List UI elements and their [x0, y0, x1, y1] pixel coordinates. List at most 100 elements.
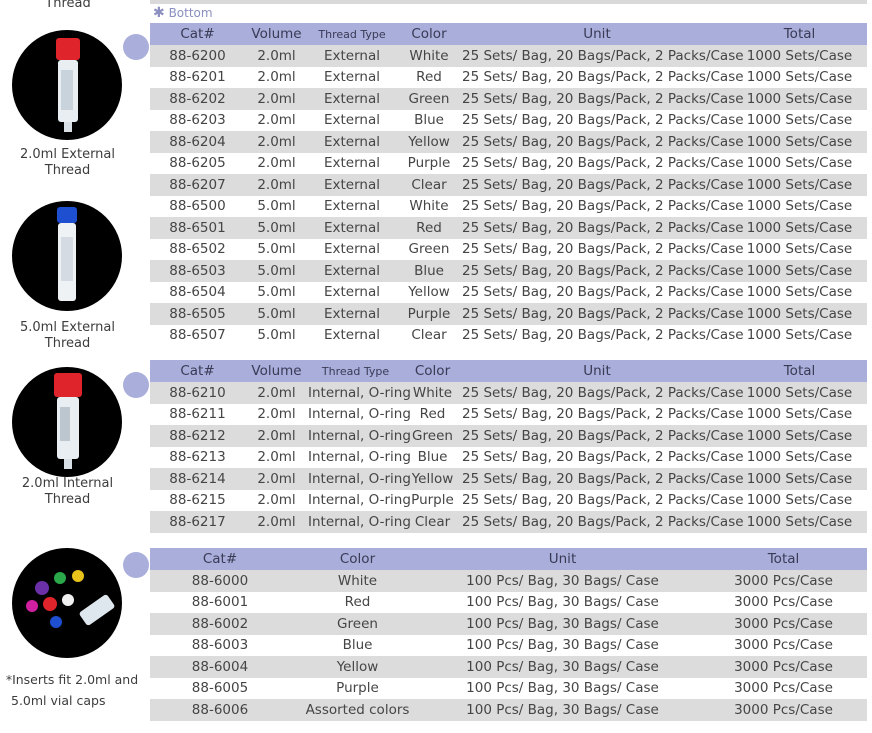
table-cell: 2.0ml — [257, 492, 296, 509]
table-cell: 1000 Sets/Case — [746, 198, 853, 215]
table-cell: Assorted colors — [290, 699, 425, 721]
table-cell: External — [323, 112, 380, 129]
table-cell: 2.0ml — [257, 69, 296, 86]
table-cell: 88-6501 — [150, 217, 245, 239]
table-row: 88-6201 2.0ml External Red 25 Sets/ Bag, 20 … — [150, 67, 867, 89]
col-cat: Cat# — [150, 360, 245, 382]
table-cell: External — [323, 198, 380, 215]
table-cell: Red — [419, 406, 446, 423]
table-header-row: Cat# Volume Thread Type Color Unit Total — [150, 23, 867, 45]
table-cell: Internal, O-ring — [308, 382, 411, 404]
table-cell: White — [396, 45, 462, 67]
table-row: 88-6205 2.0ml External Purple 25 Sets/ Bag, … — [150, 153, 867, 175]
table-cell: Blue — [414, 112, 444, 129]
table-cell: 5.0ml — [245, 303, 308, 325]
table-cell: 1000 Sets/Case — [732, 260, 867, 282]
table-cell: 2.0ml — [245, 88, 308, 110]
table-cell: 3000 Pcs/Case — [734, 594, 833, 611]
table-cell: 3000 Pcs/Case — [700, 656, 867, 678]
table-cell: 25 Sets/ Bag, 20 Bags/Pack, 2 Packs/Case — [462, 511, 744, 533]
col-total: Total — [732, 360, 867, 382]
table-cell: 2.0ml — [245, 511, 308, 533]
table-cell: 88-6505 — [150, 303, 245, 325]
table-internal-thread: Cat# Volume Thread Type Color Unit Total… — [150, 360, 867, 533]
table-cell: 100 Pcs/ Bag, 30 Bags/ Case — [425, 656, 700, 678]
table-row: 88-6204 2.0ml External Yellow 25 Sets/ Bag, … — [150, 131, 867, 153]
table-cell: 100 Pcs/ Bag, 30 Bags/ Case — [466, 637, 659, 654]
table-row: 88-6502 5.0ml External Green 25 Sets/ Bag, 2… — [150, 239, 867, 261]
table-cell: External — [323, 284, 380, 301]
table-row: 88-6004 Yellow 100 Pcs/ Bag, 30 Bags/ Case… — [150, 656, 867, 678]
bottom-note: ✱ Bottom — [153, 5, 213, 21]
table-cell: 100 Pcs/ Bag, 30 Bags/ Case — [466, 594, 659, 611]
table-cell: 1000 Sets/Case — [732, 425, 867, 447]
table-cell: Yellow — [290, 656, 425, 678]
col-volume: Volume — [245, 23, 308, 45]
table-cell: Green — [290, 613, 425, 635]
table-cell: 5.0ml — [257, 284, 296, 301]
table-row: 88-6202 2.0ml External Green 25 Sets/ Bag, 2… — [150, 88, 867, 110]
section-1-label-line2: Thread — [44, 163, 91, 178]
table-cell: 1000 Sets/Case — [746, 492, 853, 509]
table-cell: 100 Pcs/ Bag, 30 Bags/ Case — [466, 680, 659, 697]
cap-inserts-image — [12, 548, 122, 658]
table-row: 88-6213 2.0ml Internal, O-ring Blue 25 Sets/… — [150, 447, 867, 469]
section-3-label-line2: Thread — [44, 492, 91, 507]
table-cell: 2.0ml — [245, 382, 308, 404]
table-cell: 3000 Pcs/Case — [700, 699, 867, 721]
table-row: 88-6504 5.0ml External Yellow 25 Sets/ Bag, … — [150, 282, 867, 304]
table-cell: Internal, O-ring — [308, 425, 411, 447]
table-cell: Blue — [342, 637, 373, 654]
table-cell: 1000 Sets/Case — [732, 45, 867, 67]
table-cell: 88-6200 — [150, 45, 245, 67]
table-cell: White — [290, 570, 425, 592]
table-cell: 88-6006 — [150, 699, 290, 721]
table-header-row: Cat# Volume Thread Type Color Unit Total — [150, 360, 867, 382]
table-cell: 88-6507 — [169, 327, 226, 344]
table-cell: Purple — [336, 680, 379, 697]
section-3-label-line1: 2.0ml Internal — [21, 476, 114, 491]
table-cell: External — [308, 131, 396, 153]
table-cell: Red — [396, 217, 462, 239]
table-cell: 25 Sets/ Bag, 20 Bags/Pack, 2 Packs/Case — [462, 468, 744, 490]
table-cell: 25 Sets/ Bag, 20 Bags/Pack, 2 Packs/Case — [462, 198, 744, 215]
table-row: 88-6005 Purple 100 Pcs/ Bag, 30 Bags/ Case… — [150, 678, 867, 700]
table-cell: 2.0ml — [245, 45, 308, 67]
table-cell: Internal, O-ring — [308, 468, 411, 490]
table-cell: 88-6001 — [191, 594, 249, 611]
table-row: 88-6501 5.0ml External Red 25 Sets/ Bag, 20 … — [150, 217, 867, 239]
table-cell: 25 Sets/ Bag, 20 Bags/Pack, 2 Packs/Case — [462, 45, 744, 67]
table-cell: 1000 Sets/Case — [746, 69, 853, 86]
table-cell: Purple — [396, 303, 462, 325]
table-cell: Yellow — [396, 131, 462, 153]
table-cell: 25 Sets/ Bag, 20 Bags/Pack, 2 Packs/Case — [462, 131, 744, 153]
table-row: 88-6505 5.0ml External Purple 25 Sets/ Bag, … — [150, 303, 867, 325]
table-body: 88-6200 2.0ml External White 25 Sets/ Bag, 2… — [150, 45, 867, 346]
section-4-label: *Inserts fit 2.0ml and 5.0ml vial caps — [2, 669, 142, 711]
table-row: 88-6002 Green 100 Pcs/ Bag, 30 Bags/ Case 3… — [150, 613, 867, 635]
section-3-label: 2.0ml Internal Thread — [10, 476, 125, 508]
table-cell: 88-6005 — [191, 680, 249, 697]
table-cell: 88-6000 — [150, 570, 290, 592]
table-cell: 2.0ml — [257, 449, 296, 466]
table-cell: 1000 Sets/Case — [746, 327, 853, 344]
table-cell: Blue — [396, 260, 462, 282]
section-1-label: 2.0ml External Thread — [10, 147, 125, 179]
table-cell: Red — [344, 594, 371, 611]
section-2-label-line2: Thread — [44, 336, 91, 351]
table-cell: 88-6504 — [169, 284, 226, 301]
table-cell: 100 Pcs/ Bag, 30 Bags/ Case — [425, 570, 700, 592]
table-cell: 2.0ml — [245, 174, 308, 196]
table-cell: 1000 Sets/Case — [746, 406, 853, 423]
table-row: 88-6006 Assorted colors 100 Pcs/ Bag, 30 B… — [150, 699, 867, 721]
table-cell: 2.0ml — [257, 406, 296, 423]
table-cell: 25 Sets/ Bag, 20 Bags/Pack, 2 Packs/Case — [462, 492, 744, 509]
table-cell: 1000 Sets/Case — [746, 241, 853, 258]
table-cell: 3000 Pcs/Case — [700, 570, 867, 592]
table-row: 88-6210 2.0ml Internal, O-ring White 25 Sets… — [150, 382, 867, 404]
table-row: 88-6500 5.0ml External White 25 Sets/ Bag, 2… — [150, 196, 867, 218]
table-cell: 5.0ml — [245, 260, 308, 282]
col-thread-type: Thread Type — [308, 360, 403, 382]
col-volume: Volume — [245, 360, 308, 382]
section-1-label-line1: 2.0ml External — [19, 147, 116, 162]
